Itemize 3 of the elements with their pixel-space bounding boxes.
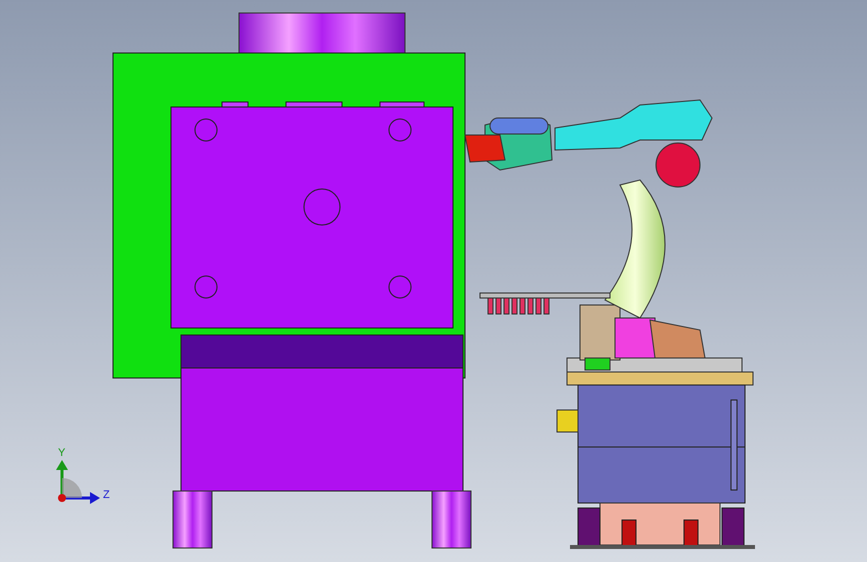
axis-label: Z [103,489,110,501]
axis-label: Y [58,447,66,459]
axis-triad-drawing [56,460,100,504]
